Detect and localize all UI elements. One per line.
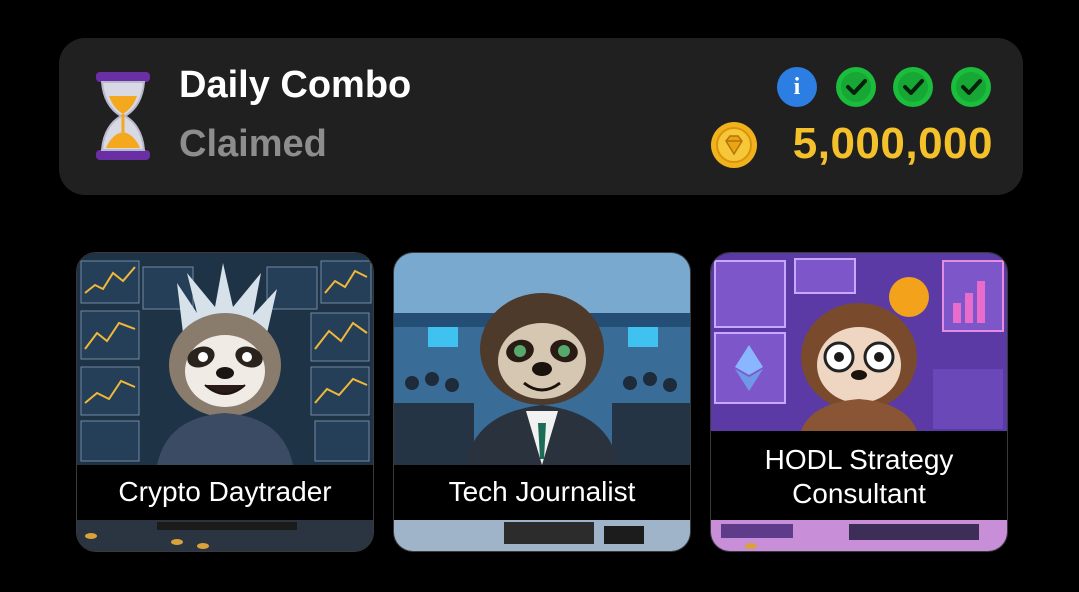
hourglass-icon [96,72,150,160]
card-label: Tech Journalist [394,465,690,520]
combo-status: Claimed [179,123,327,165]
card-crypto-daytrader[interactable]: Crypto Daytrader [76,252,374,552]
info-icon[interactable]: i [777,67,817,107]
card-label: Crypto Daytrader [77,465,373,520]
check-icon [893,67,933,107]
coin-icon [711,122,757,168]
card-desk-strip [394,520,690,551]
check-icon [836,67,876,107]
card-desk-strip [77,520,373,551]
card-desk-strip [711,520,1007,551]
check-icon [951,67,991,107]
card-label: HODL Strategy Consultant [711,431,1007,520]
combo-reward: 5,000,000 [792,119,993,168]
combo-title: Daily Combo [179,64,412,106]
card-hodl-strategy-consultant[interactable]: HODL Strategy Consultant [710,252,1008,552]
card-tech-journalist[interactable]: Tech Journalist [393,252,691,552]
